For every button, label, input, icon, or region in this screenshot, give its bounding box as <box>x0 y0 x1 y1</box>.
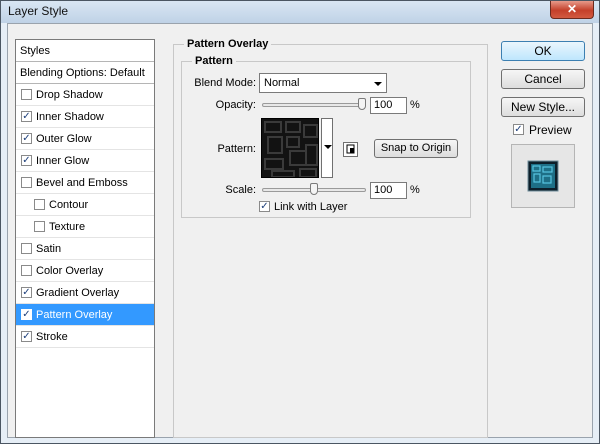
dialog-client-area: Styles Blending Options: Default Drop Sh… <box>7 23 593 438</box>
pattern-thumbnail <box>262 119 318 177</box>
style-item[interactable]: ✓ Outer Glow <box>16 128 154 150</box>
style-item[interactable]: Color Overlay <box>16 260 154 282</box>
opacity-slider-track[interactable] <box>262 103 366 107</box>
style-item[interactable]: ✓ Stroke <box>16 326 154 348</box>
style-checkbox[interactable] <box>21 265 32 276</box>
layer-style-window: Layer Style ✕ Styles Blending Options: D… <box>0 0 600 444</box>
style-item[interactable]: ✓ Inner Shadow <box>16 106 154 128</box>
style-item-label: Inner Glow <box>36 155 90 167</box>
style-item[interactable]: ✓ Gradient Overlay <box>16 282 154 304</box>
scale-input[interactable]: 100 <box>370 182 407 199</box>
style-item[interactable]: Texture <box>16 216 154 238</box>
style-item[interactable]: ✓ Inner Glow <box>16 150 154 172</box>
new-preset-icon <box>346 144 355 154</box>
preview-checkbox[interactable]: ✓ <box>513 124 524 135</box>
style-item-label: Gradient Overlay <box>36 287 120 299</box>
window-title: Layer Style <box>8 4 69 18</box>
style-item[interactable]: ✓ Pattern Overlay <box>16 304 154 326</box>
style-item-label: Bevel and Emboss <box>36 177 128 189</box>
style-item-label: Texture <box>49 221 86 233</box>
opacity-input[interactable]: 100 <box>370 97 407 114</box>
style-checkbox[interactable] <box>21 89 32 100</box>
close-button[interactable]: ✕ <box>550 1 594 19</box>
style-checkbox[interactable] <box>21 243 32 254</box>
blend-mode-value: Normal <box>264 77 300 89</box>
preview-label: Preview <box>529 123 572 137</box>
blend-mode-select[interactable]: Normal <box>259 73 387 93</box>
pattern-picker-button[interactable] <box>321 118 333 178</box>
style-item[interactable]: Drop Shadow <box>16 84 154 106</box>
style-item-label: Color Overlay <box>36 265 104 277</box>
scale-slider-thumb[interactable] <box>310 183 318 195</box>
style-checkbox[interactable]: ✓ <box>21 309 32 320</box>
close-icon: ✕ <box>566 2 578 16</box>
style-item[interactable]: Contour <box>16 194 154 216</box>
scale-unit: % <box>410 184 420 196</box>
style-item-label: Satin <box>36 243 62 255</box>
style-item-label: Inner Shadow <box>36 111 104 123</box>
style-item-label: Pattern Overlay <box>36 309 113 321</box>
chevron-down-icon <box>374 82 382 86</box>
ok-button[interactable]: OK <box>501 41 585 61</box>
preview-thumbnail <box>527 160 559 192</box>
style-checkbox[interactable]: ✓ <box>21 111 32 122</box>
link-with-layer-checkbox[interactable]: ✓ <box>259 201 270 212</box>
blend-mode-label: Blend Mode: <box>194 77 256 89</box>
style-checkbox[interactable]: ✓ <box>21 133 32 144</box>
chevron-down-icon <box>324 145 332 149</box>
opacity-label: Opacity: <box>215 99 256 111</box>
cancel-button[interactable]: Cancel <box>501 69 585 89</box>
scale-label: Scale: <box>225 184 256 196</box>
style-item-label: Contour <box>49 199 89 211</box>
style-checkbox[interactable] <box>21 177 32 188</box>
style-checkbox[interactable]: ✓ <box>21 155 32 166</box>
new-style-button[interactable]: New Style... <box>501 97 585 117</box>
link-with-layer-option[interactable]: ✓ Link with Layer <box>259 199 359 215</box>
preview-option[interactable]: ✓ Preview <box>513 123 583 139</box>
style-item-label: Stroke <box>36 331 68 343</box>
style-preview <box>511 144 575 208</box>
styles-header[interactable]: Styles <box>16 40 154 62</box>
style-checkbox[interactable]: ✓ <box>21 331 32 342</box>
style-item-label: Drop Shadow <box>36 89 103 101</box>
style-checkbox[interactable] <box>34 221 45 232</box>
new-preset-button[interactable] <box>343 142 358 157</box>
style-item-label: Outer Glow <box>36 133 92 145</box>
style-checkbox[interactable]: ✓ <box>21 287 32 298</box>
opacity-slider-thumb[interactable] <box>358 98 366 110</box>
link-with-layer-label: Link with Layer <box>274 201 348 213</box>
style-item[interactable]: Bevel and Emboss <box>16 172 154 194</box>
pattern-swatch[interactable] <box>261 118 319 178</box>
style-item[interactable]: Satin <box>16 238 154 260</box>
style-checkbox[interactable] <box>34 199 45 210</box>
blending-options-item[interactable]: Blending Options: Default <box>16 62 154 84</box>
pattern-label: Pattern: <box>217 143 256 155</box>
title-bar[interactable]: Layer Style ✕ <box>1 1 599 23</box>
opacity-unit: % <box>410 99 420 111</box>
group-title: Pattern <box>192 55 236 68</box>
snap-to-origin-button[interactable]: Snap to Origin <box>374 139 458 158</box>
section-title: Pattern Overlay <box>184 38 272 51</box>
styles-list: Styles Blending Options: Default Drop Sh… <box>15 39 155 438</box>
